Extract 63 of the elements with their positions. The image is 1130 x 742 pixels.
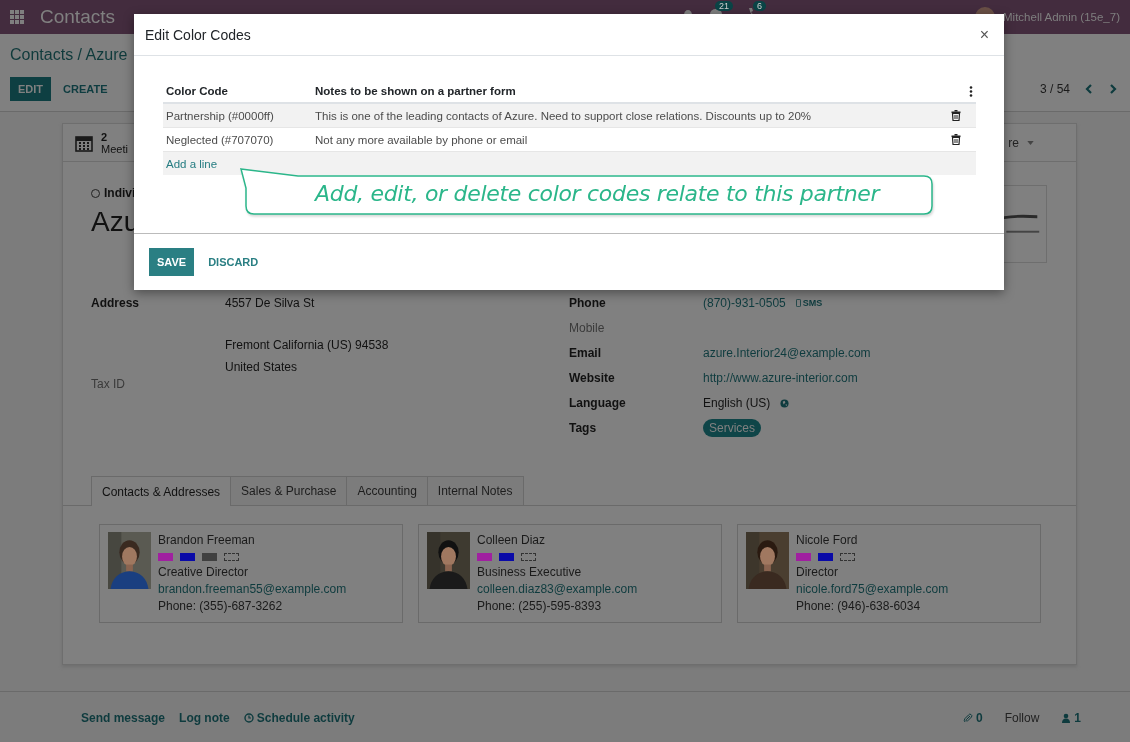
contact-title: Director bbox=[796, 564, 839, 581]
form-tab[interactable]: Sales & Purchase bbox=[230, 476, 348, 505]
create-button[interactable]: CREATE bbox=[51, 77, 120, 101]
contact-phone: Phone: (946)-638-6034 bbox=[796, 598, 922, 615]
phone-link[interactable]: (870)-931-0505 bbox=[703, 296, 786, 310]
user-name[interactable]: Mitchell Admin (15e_7) bbox=[1003, 11, 1120, 23]
table-cell: Not any more available by phone or email bbox=[312, 127, 948, 152]
sms-button[interactable]: SMS bbox=[795, 298, 823, 308]
pager-counter: 3 / 54 bbox=[1039, 82, 1070, 96]
meeting-count: 2 bbox=[101, 130, 109, 143]
contact-card[interactable]: Nicole Ford Director nicole.ford75@example.com Phone: (946)-638-6034 bbox=[737, 524, 1041, 623]
contact-email[interactable]: brandon.freeman55@example.com bbox=[158, 581, 347, 598]
contact-email[interactable]: nicole.ford75@example.com bbox=[796, 581, 949, 598]
contact-title: Creative Director bbox=[158, 564, 250, 581]
table-cell: Neglected (#707070) bbox=[163, 127, 312, 152]
field-label: Website bbox=[569, 371, 616, 385]
contact-name: Nicole Ford bbox=[796, 532, 859, 549]
attachments-button[interactable]: 0 bbox=[962, 711, 983, 725]
save-button[interactable]: SAVE bbox=[149, 248, 195, 276]
dialog-title: Edit Color Codes bbox=[145, 26, 251, 43]
tag-badge: Services bbox=[703, 419, 761, 437]
contact-card[interactable]: Colleen Diaz Business Executive colleen.diaz83@example.com Phone: (255)-595-8393 bbox=[418, 524, 722, 623]
contact-email[interactable]: colleen.diaz83@example.com bbox=[477, 581, 638, 598]
contact-phone: Phone: (255)-595-8393 bbox=[477, 598, 603, 615]
website-link[interactable]: http://www.azure-interior.com bbox=[703, 371, 858, 385]
callout-text: Add, edit, or delete color codes relate to this partner bbox=[315, 181, 880, 206]
field-label: Phone bbox=[569, 296, 607, 310]
add-line-link[interactable]: Add a line bbox=[166, 157, 218, 170]
field-label: Tags bbox=[569, 421, 598, 435]
activity-count-badge: 6 bbox=[753, 1, 766, 11]
contact-title: Business Executive bbox=[477, 564, 583, 581]
app-title: Contacts bbox=[40, 6, 115, 28]
meeting-label: Meeti bbox=[101, 142, 128, 155]
field-label: Tax ID bbox=[91, 377, 126, 391]
contact-name: Colleen Diaz bbox=[477, 532, 547, 549]
contact-card[interactable]: Brandon Freeman Creative Director brandon.freeman55@example.com Phone: (355)-687-3262 bbox=[99, 524, 403, 623]
contact-name: Brandon Freeman bbox=[158, 532, 256, 549]
discard-button[interactable]: DISCARD bbox=[198, 248, 269, 276]
table-cell: This is one of the leading contacts of Azure. Need to support close relations. Discounts up to 20% bbox=[312, 103, 948, 128]
edit-button[interactable]: EDIT bbox=[10, 77, 52, 101]
field-label: Email bbox=[569, 346, 602, 360]
form-tab[interactable]: Contacts & Addresses bbox=[91, 476, 232, 506]
table-cell: Partnership (#0000ff) bbox=[163, 103, 312, 128]
close-button[interactable]: × bbox=[975, 25, 993, 44]
follow-button[interactable]: Follow bbox=[1004, 711, 1040, 725]
send-message-button[interactable]: Send message bbox=[81, 711, 166, 725]
message-count-badge: 21 bbox=[715, 1, 733, 11]
address-line: United States bbox=[225, 359, 299, 376]
email-link[interactable]: azure.Interior24@example.com bbox=[703, 346, 871, 360]
log-note-button[interactable]: Log note bbox=[179, 711, 230, 725]
form-tab[interactable]: Accounting bbox=[346, 476, 428, 505]
address-line: 4557 De Silva St bbox=[225, 295, 316, 312]
field-value: English (US) bbox=[703, 396, 771, 410]
more-button[interactable]: re bbox=[1002, 124, 1040, 161]
form-tab[interactable]: Internal Notes bbox=[426, 476, 524, 505]
field-label: Mobile bbox=[569, 321, 606, 335]
radio-label[interactable]: Indivi bbox=[104, 186, 136, 200]
contact-phone: Phone: (355)-687-3262 bbox=[158, 598, 284, 615]
followers-button[interactable]: 1 bbox=[1061, 711, 1081, 725]
address-line: Fremont California (US) 94538 bbox=[225, 337, 389, 354]
schedule-activity-button[interactable]: Schedule activity bbox=[243, 711, 355, 725]
field-label: Address bbox=[91, 296, 141, 310]
field-label: Language bbox=[569, 396, 627, 410]
